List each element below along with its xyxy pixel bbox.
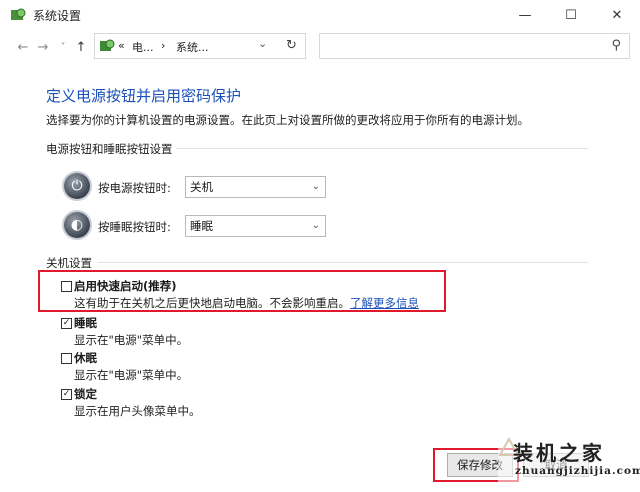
- page-title: 定义电源按钮并启用密码保护: [46, 87, 242, 105]
- watermark-url: zhuangjizhijia.com: [515, 465, 640, 477]
- sleep-button-select[interactable]: 睡眠 ⌄: [185, 215, 326, 237]
- chevron-down-icon: ⌄: [311, 220, 320, 231]
- fast-startup-description: 这有助于在关机之后更快地启动电脑。不会影响重启。了解更多信息: [74, 295, 419, 311]
- address-dropdown-icon[interactable]: ⌄: [258, 37, 267, 50]
- sleep-icon: ◐: [64, 212, 90, 238]
- back-arrow-icon[interactable]: ←: [14, 38, 32, 56]
- control-panel-icon: [100, 39, 115, 51]
- maximize-button[interactable]: ☐: [548, 0, 594, 30]
- lock-option-label[interactable]: 锁定: [74, 386, 97, 402]
- breadcrumb-item[interactable]: 电...: [132, 39, 154, 55]
- power-button-label: 按电源按钮时:: [98, 181, 171, 195]
- lock-checkbox[interactable]: ✓: [61, 389, 72, 400]
- lock-option-description: 显示在用户头像菜单中。: [74, 404, 201, 418]
- page-description: 选择要为你的计算机设置的电源设置。在此页上对设置所做的更改将应用于你所有的电源计…: [46, 113, 529, 127]
- up-arrow-icon[interactable]: ↑: [72, 38, 90, 56]
- hibernate-option-description: 显示在"电源"菜单中。: [74, 368, 189, 382]
- sleep-option-description: 显示在"电源"菜单中。: [74, 333, 189, 347]
- recent-locations-icon[interactable]: ˅: [54, 38, 72, 56]
- watermark-name: 装机之家: [513, 441, 605, 465]
- learn-more-link[interactable]: 了解更多信息: [350, 296, 419, 310]
- sleep-button-label: 按睡眠按钮时:: [98, 220, 171, 234]
- close-button[interactable]: ✕: [594, 0, 640, 30]
- sleep-button-value: 睡眠: [190, 219, 213, 233]
- title-bar: 系统设置 — ☐ ✕: [0, 0, 640, 30]
- fast-startup-label[interactable]: 启用快速启动(推荐): [74, 278, 177, 294]
- fast-startup-desc-text: 这有助于在关机之后更快地启动电脑。不会影响重启。: [74, 296, 350, 310]
- minimize-button[interactable]: —: [502, 0, 548, 30]
- power-button-select[interactable]: 关机 ⌄: [185, 176, 326, 198]
- fast-startup-checkbox[interactable]: [61, 281, 72, 292]
- hibernate-checkbox[interactable]: [61, 353, 72, 364]
- refresh-icon[interactable]: ↻: [286, 38, 297, 53]
- watermark: 装机之家 zhuangjizhijia.com: [498, 432, 640, 482]
- hibernate-option-label[interactable]: 休眠: [74, 350, 97, 366]
- search-input[interactable]: ⚲: [319, 33, 630, 59]
- window-title: 系统设置: [33, 9, 82, 23]
- breadcrumb-separator: ›: [161, 39, 166, 52]
- address-prefix[interactable]: «: [118, 39, 125, 52]
- sleep-checkbox[interactable]: ✓: [61, 318, 72, 329]
- power-icon: ⏻: [64, 173, 90, 199]
- address-bar[interactable]: « 电... › 系统... ⌄: [94, 33, 306, 59]
- shutdown-section-title: 关机设置: [46, 256, 92, 270]
- forward-arrow-icon[interactable]: →: [34, 38, 52, 56]
- divider: [176, 148, 588, 149]
- sleep-option-label[interactable]: 睡眠: [74, 315, 97, 331]
- search-icon[interactable]: ⚲: [611, 38, 621, 53]
- power-section-title: 电源按钮和睡眠按钮设置: [46, 142, 173, 156]
- chevron-down-icon: ⌄: [311, 181, 320, 192]
- power-button-value: 关机: [190, 180, 213, 194]
- divider: [98, 262, 588, 263]
- breadcrumb-item[interactable]: 系统...: [176, 39, 209, 55]
- system-settings-icon: [11, 8, 26, 20]
